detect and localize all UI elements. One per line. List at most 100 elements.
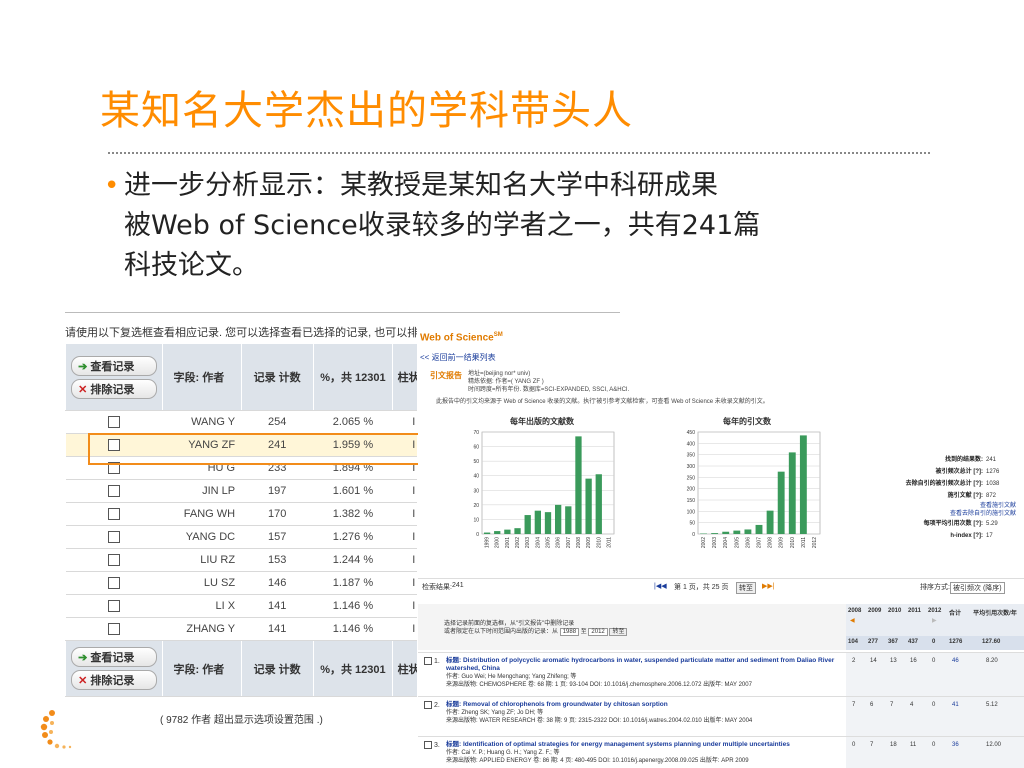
- record-percent: 1.187 %: [313, 571, 393, 595]
- x-tick-label: 2004: [535, 537, 541, 548]
- record-percent: 1.244 %: [313, 548, 393, 572]
- footer-buttons-cell: ➔ 查看记录 ✕ 排除记录: [65, 640, 163, 697]
- x-tick-label: 2001: [505, 537, 511, 548]
- next-years-icon[interactable]: ▶: [932, 617, 937, 624]
- view-citing-articles-link[interactable]: 查看施引文献: [866, 502, 1016, 510]
- table-footer-row: ➔ 查看记录 ✕ 排除记录 字段: 作者 记录 计数 %，共 12301 柱状图: [65, 640, 417, 697]
- record-bar: I: [392, 479, 417, 503]
- view-citing-no-self-link[interactable]: 查看去除自引的施引文献: [866, 510, 1016, 518]
- record-authors: 作者: Guo Wei; He Mengchang; Yang Zhifeng;…: [446, 674, 577, 680]
- author-name: JIN LP: [162, 479, 242, 503]
- row-checkbox[interactable]: [108, 508, 121, 521]
- close-icon: ✕: [78, 675, 88, 687]
- results-label: 检索结果:: [422, 584, 452, 591]
- stat-h-index: h-index [?]: 17: [950, 533, 993, 539]
- x-tick-label: 2009: [586, 537, 592, 548]
- row-checkbox[interactable]: [108, 623, 121, 636]
- row-checkbox[interactable]: [108, 416, 121, 429]
- row-checkbox[interactable]: [108, 485, 121, 498]
- y-tick-label: 50: [689, 521, 695, 527]
- row-checkbox[interactable]: [108, 531, 121, 544]
- next-page-icon[interactable]: ▶▶|: [762, 582, 775, 590]
- author-name: YANG DC: [162, 525, 242, 549]
- x-tick-label: 2003: [525, 537, 531, 548]
- exclude-records-button-bottom[interactable]: ✕ 排除记录: [71, 670, 158, 690]
- y-tick-label: 30: [473, 488, 479, 494]
- list-item: 2. 标题: Removal of chlorophenols from gro…: [418, 696, 1024, 741]
- record-percent: 1.146 %: [313, 594, 393, 618]
- record-title-link[interactable]: 标题: Identification of optimal strategies…: [446, 741, 846, 749]
- record-citation-cells: 0 7 18 11 0 36 12.00: [846, 737, 1024, 768]
- header-count: 记录 计数: [240, 344, 314, 411]
- record-percent: 1.146 %: [313, 617, 393, 641]
- record-count: 141: [241, 594, 314, 618]
- record-number: 2.: [424, 701, 440, 710]
- author-name: LU SZ: [162, 571, 242, 595]
- bullet-text: • 进一步分析显示：某教授是某知名大学中科研成果 被Web of Science…: [104, 166, 904, 286]
- row-checkbox[interactable]: [108, 554, 121, 567]
- record-count: 141: [241, 617, 314, 641]
- page-go-button[interactable]: 转至: [736, 582, 756, 594]
- slide-title: 某知名大学杰出的学科带头人: [100, 88, 633, 134]
- view-records-button-bottom[interactable]: ➔ 查看记录: [71, 647, 158, 667]
- record-number: 1.: [424, 657, 440, 666]
- x-tick-label: 1999: [485, 537, 491, 548]
- year-from-select[interactable]: 1988: [559, 628, 580, 636]
- y-tick-label: 400: [687, 441, 696, 447]
- y-tick-label: 50: [473, 459, 479, 465]
- record-number: 3.: [424, 741, 440, 750]
- record-bar: I: [392, 571, 417, 595]
- year-header: 2008: [848, 608, 862, 614]
- table-row: YANG DC 157 1.276 % I: [65, 525, 417, 549]
- x-tick-label: 2007: [757, 537, 763, 548]
- bullet-dot-icon: •: [104, 171, 120, 201]
- record-citation-cells: 7 6 7 4 0 41 5.12: [846, 697, 1024, 741]
- record-source: 来源出版物: CHEMOSPHERE 卷: 68 期: 1 页: 93-104 …: [446, 682, 752, 688]
- year-to-select[interactable]: 2012: [588, 628, 608, 636]
- bullet-line-1: 进一步分析显示：某教授是某知名大学中科研成果: [124, 170, 718, 201]
- header-buttons-cell: ➔ 查看记录 ✕ 排除记录: [65, 344, 163, 411]
- bar: [755, 524, 763, 534]
- list-item: 3. 标题: Identification of optimal strateg…: [418, 736, 1024, 768]
- table-row: WANG Y 254 2.065 % I: [65, 410, 417, 434]
- report-description: 此报告中的引文均来源于 Web of Science 收录的文献。执行'被引参考…: [436, 399, 769, 405]
- record-percent: 1.601 %: [313, 479, 393, 503]
- year-header: 2012: [928, 608, 942, 614]
- footer-count: 记录 计数: [240, 640, 314, 697]
- row-checkbox[interactable]: [108, 600, 121, 613]
- filter-go-button[interactable]: 转至: [609, 628, 628, 636]
- x-tick-label: 2012: [812, 537, 818, 548]
- stat-citing-articles: 施引文献 [?]: 872: [947, 493, 997, 499]
- table-row: ZHANG Y 141 1.146 % I: [65, 617, 417, 641]
- exclude-records-button[interactable]: ✕ 排除记录: [71, 378, 158, 399]
- bar: [788, 452, 796, 534]
- view-records-button[interactable]: ➔ 查看记录: [71, 355, 158, 376]
- bar: [534, 510, 541, 534]
- back-to-results-link[interactable]: << 返回前一结果列表: [420, 352, 496, 363]
- footer-bar: 柱状图: [392, 640, 417, 697]
- sort-select[interactable]: 被引频次 (降序): [950, 582, 1005, 594]
- bar: [494, 531, 501, 534]
- filter-area: 选择记录前面的复选框，从"引文报告"中删除记录 或者限定在以下时间范围内出版的记…: [418, 604, 848, 650]
- first-page-icon[interactable]: |◀◀: [654, 582, 667, 590]
- bar: [544, 512, 552, 534]
- record-checkbox[interactable]: [424, 741, 432, 749]
- logo-dots-icon: [40, 710, 72, 749]
- row-checkbox[interactable]: [108, 577, 121, 590]
- x-tick-label: 2003: [712, 537, 718, 548]
- x-tick-label: 2006: [745, 537, 751, 548]
- record-checkbox[interactable]: [424, 701, 432, 709]
- bullet-line-2: 被Web of Science收录较多的学者之一，共有241篇: [124, 210, 761, 241]
- record-title-link[interactable]: 标题: Distribution of polycyclic aromatic …: [446, 657, 846, 673]
- report-title: 引文报告: [430, 371, 462, 380]
- stat-average-citations: 每项平均引用次数 [?]: 5.29: [923, 521, 998, 527]
- record-checkbox[interactable]: [424, 657, 432, 665]
- bar: [585, 478, 592, 534]
- record-source: 来源出版物: APPLIED ENERGY 卷: 86 期: 4 页: 480-…: [446, 758, 749, 764]
- record-title-link[interactable]: 标题: Removal of chlorophenols from ground…: [446, 701, 846, 709]
- x-tick-label: 2002: [701, 537, 707, 548]
- y-tick-label: 0: [476, 532, 479, 538]
- table-row: LU SZ 146 1.187 % I: [65, 571, 417, 595]
- prev-years-icon[interactable]: ◀: [850, 617, 855, 624]
- record-bar: I: [392, 594, 417, 618]
